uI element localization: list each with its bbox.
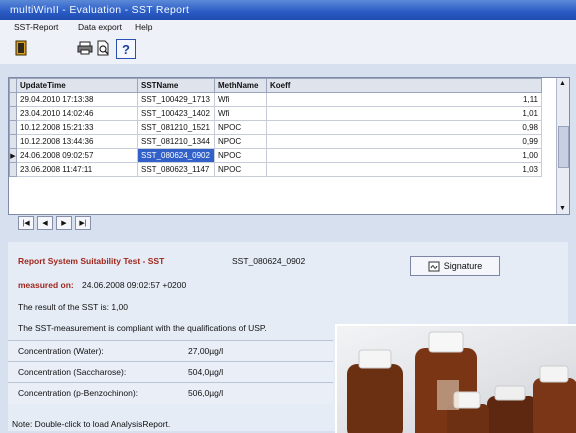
previous-record-icon: ◀ [42,220,48,227]
sst-table: UpdateTime SSTName MethName Koeff 29.04.… [9,78,542,177]
menu-bar: SST-Report Data export Help [0,20,576,34]
nav-next-button[interactable]: ▶ [56,216,72,230]
table-row[interactable]: 23.04.2010 14:02:46 SST_100423_1402 Wfi … [9,106,542,121]
cell-updatetime: 24.06.2008 09:02:57 [16,148,138,163]
menu-sst-report[interactable]: SST-Report [14,22,58,32]
record-navigator: |◀ ◀ ▶ ▶| [18,216,91,230]
column-header-methname[interactable]: MethName [214,78,267,93]
table-header-row: UpdateTime SSTName MethName Koeff [9,78,542,93]
signature-label: Signature [443,261,483,271]
cell-koeff: 0,98 [266,120,542,135]
table-row[interactable]: 10.12.2008 13:44:36 SST_081210_1344 NPOC… [9,134,542,149]
cell-koeff: 1,01 [266,106,542,121]
toolbar: ? [0,34,576,64]
cell-methname: Wfi [214,106,267,121]
cell-sstname: SST_081210_1521 [137,120,215,135]
print-preview-button[interactable] [94,39,112,57]
printer-icon [77,41,93,55]
signature-button[interactable]: Signature [410,256,500,276]
concentration-row: Concentration (Water): 27,00µg/l [8,340,333,362]
cell-sstname: SST_080623_1147 [137,162,215,177]
row-indicator [9,162,17,177]
column-header-sstname[interactable]: SSTName [137,78,215,93]
row-indicator [9,92,17,107]
cell-methname: NPOC [214,120,267,135]
title-bar: multiWinII - Evaluation - SST Report [0,0,576,20]
exit-button[interactable] [12,39,30,57]
cell-methname: NPOC [214,162,267,177]
sst-results-grid: UpdateTime SSTName MethName Koeff 29.04.… [8,77,570,215]
exit-door-icon [15,40,27,56]
concentration-label: Concentration (Saccharose): [18,367,127,377]
cell-koeff: 1,03 [266,162,542,177]
scroll-down-arrow-icon[interactable]: ▼ [559,205,566,212]
cell-methname: NPOC [214,148,267,163]
concentration-value: 504,0µg/l [188,367,224,377]
cell-koeff: 0,99 [266,134,542,149]
current-row-arrow-icon: ▶ [9,148,17,163]
help-button[interactable]: ? [116,39,136,59]
table-row[interactable]: 29.04.2010 17:13:38 SST_100429_1713 Wfi … [9,92,542,107]
concentration-row: Concentration (p-Benzochinon): 506,0µg/l [8,382,333,404]
cell-methname: Wfi [214,92,267,107]
row-indicator-header [9,78,17,93]
sst-compliance-text: The SST-measurement is compliant with th… [18,323,267,333]
row-indicator [9,120,17,135]
footer-note: Note: Double-click to load AnalysisRepor… [12,419,171,429]
scroll-thumb[interactable] [558,126,569,168]
print-button[interactable] [76,39,94,57]
row-indicator [9,106,17,121]
sst-result-text: The result of the SST is: 1,00 [18,302,128,312]
cell-updatetime: 29.04.2010 17:13:38 [16,92,138,107]
measured-on-value: 24.06.2008 09:02:57 +0200 [82,280,187,290]
concentration-value: 506,0µg/l [188,388,224,398]
table-row-selected[interactable]: ▶ 24.06.2008 09:02:57 SST_080624_0902 NP… [9,148,542,163]
amber-bottles-image [347,331,576,433]
nav-first-button[interactable]: |◀ [18,216,34,230]
nav-last-button[interactable]: ▶| [75,216,91,230]
cell-koeff: 1,11 [266,92,542,107]
measured-on-label: measured on: [18,280,74,290]
menu-data-export[interactable]: Data export [78,22,122,32]
scroll-up-arrow-icon[interactable]: ▲ [559,80,566,87]
concentration-value: 27,00µg/l [188,346,224,356]
cell-koeff: 1,00 [266,148,542,163]
app-window: multiWinII - Evaluation - SST Report SST… [0,0,576,433]
cell-updatetime: 23.04.2010 14:02:46 [16,106,138,121]
concentration-label: Concentration (Water): [18,346,104,356]
cell-methname: NPOC [214,134,267,149]
table-row[interactable]: 23.06.2008 11:47:11 SST_080623_1147 NPOC… [9,162,542,177]
cell-updatetime: 23.06.2008 11:47:11 [16,162,138,177]
column-header-koeff[interactable]: Koeff [266,78,542,93]
concentration-row: Concentration (Saccharose): 504,0µg/l [8,361,333,383]
cell-sstname: SST_100423_1402 [137,106,215,121]
print-preview-icon [97,40,109,56]
last-record-icon: ▶| [79,220,87,227]
nav-previous-button[interactable]: ◀ [37,216,53,230]
row-indicator [9,134,17,149]
cell-sstname: SST_081210_1344 [137,134,215,149]
first-record-icon: |◀ [22,220,30,227]
report-heading: Report System Suitability Test - SST [18,256,165,266]
signature-icon [428,261,440,271]
vertical-scrollbar[interactable]: ▲ ▼ [556,78,569,214]
cell-sstname-selected: SST_080624_0902 [137,148,215,163]
menu-help[interactable]: Help [135,22,152,32]
cell-sstname: SST_100429_1713 [137,92,215,107]
report-sst-name: SST_080624_0902 [232,256,306,266]
table-row[interactable]: 10.12.2008 15:21:33 SST_081210_1521 NPOC… [9,120,542,135]
cell-updatetime: 10.12.2008 15:21:33 [16,120,138,135]
next-record-icon: ▶ [61,220,67,227]
column-header-updatetime[interactable]: UpdateTime [16,78,138,93]
sample-bottles-photo [335,324,576,433]
cell-updatetime: 10.12.2008 13:44:36 [16,134,138,149]
concentration-label: Concentration (p-Benzochinon): [18,388,139,398]
window-title: multiWinII - Evaluation - SST Report [10,4,190,16]
